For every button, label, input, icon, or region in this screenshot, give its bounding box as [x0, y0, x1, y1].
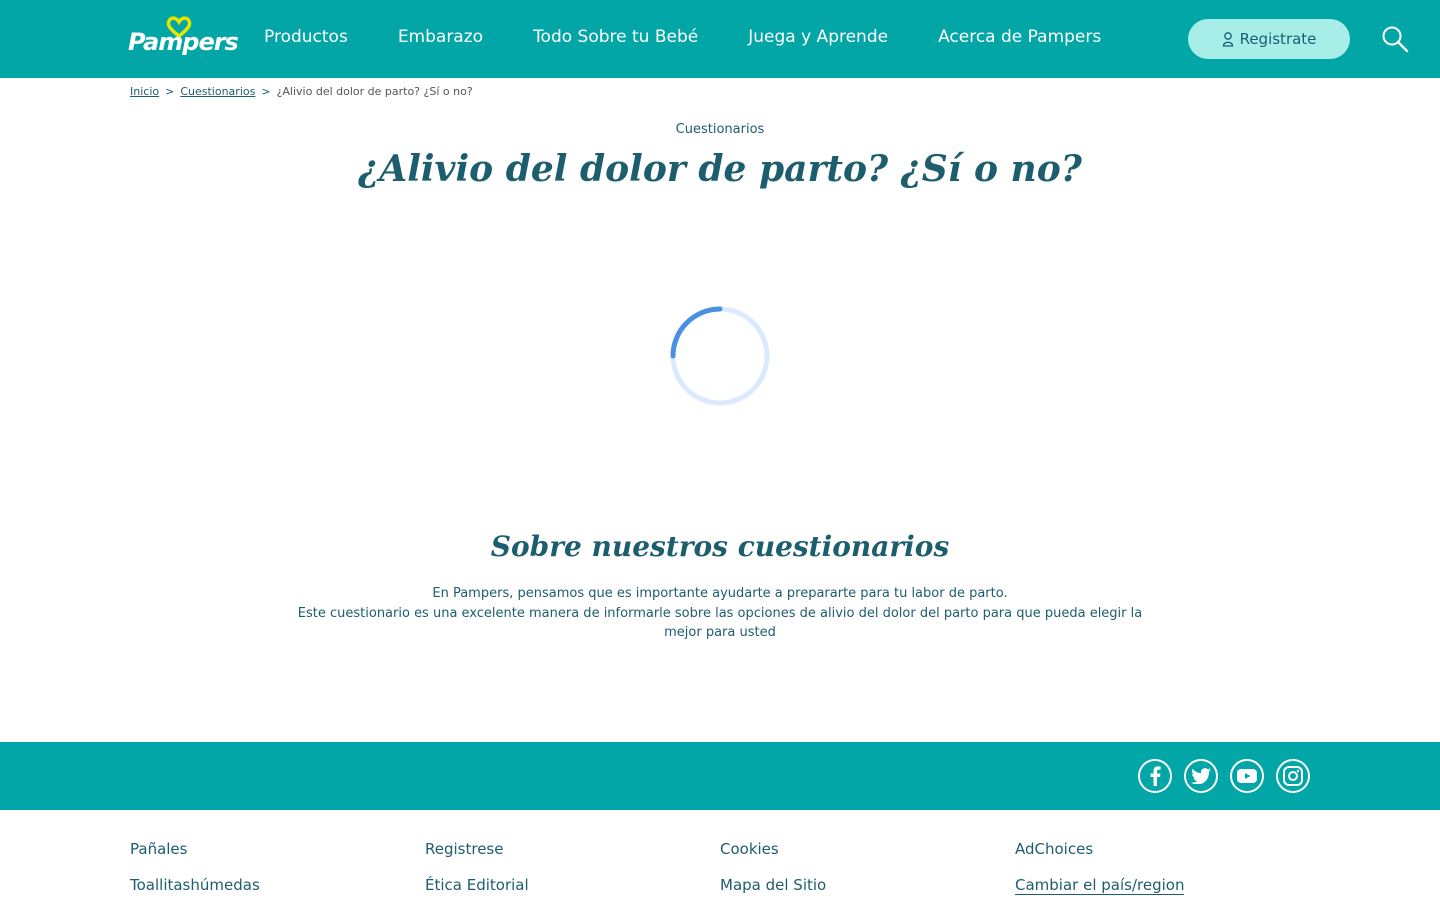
- footer-column-3: Cookies Mapa del Sitio: [720, 838, 826, 900]
- breadcrumb-section-link[interactable]: Cuestionarios: [180, 85, 255, 98]
- about-quizzes-title: Sobre nuestros cuestionarios: [490, 530, 950, 563]
- footer-column-2: Registrese Ética Editorial: [425, 838, 529, 900]
- register-button[interactable]: Registrate: [1188, 19, 1350, 59]
- page-title: ¿Alivio del dolor de parto? ¿Sí o no?: [358, 148, 1082, 190]
- instagram-icon[interactable]: [1276, 759, 1310, 793]
- register-label: Registrate: [1239, 30, 1317, 48]
- category-label: Cuestionarios: [675, 122, 765, 137]
- main-nav: Productos Embarazo Todo Sobre tu Bebé Ju…: [264, 24, 1151, 50]
- youtube-icon[interactable]: [1230, 759, 1264, 793]
- nav-juega-y-aprende[interactable]: Juega y Aprende: [748, 24, 888, 50]
- facebook-icon[interactable]: [1138, 759, 1172, 793]
- logo-wordmark: Pampers: [128, 28, 239, 56]
- footer-link-panales[interactable]: Pañales: [130, 838, 260, 874]
- nav-todo-sobre-tu-bebe[interactable]: Todo Sobre tu Bebé: [533, 24, 698, 50]
- loading-spinner-icon: [670, 306, 770, 406]
- footer-column-4: AdChoices Cambiar el país/region: [1015, 838, 1185, 900]
- about-line-1: En Pampers, pensamos que es importante a…: [432, 586, 1008, 601]
- footer-link-toallitas[interactable]: Toallitashúmedas: [130, 874, 260, 900]
- breadcrumb-home-link[interactable]: Inicio: [130, 85, 159, 98]
- change-country-label: Cambiar el país/region: [1015, 876, 1185, 895]
- breadcrumb-separator: >: [165, 84, 175, 98]
- nav-productos[interactable]: Productos: [264, 24, 348, 50]
- footer-link-registrese[interactable]: Registrese: [425, 838, 529, 874]
- footer-link-etica-editorial[interactable]: Ética Editorial: [425, 874, 529, 900]
- footer-links: Pañales Toallitashúmedas Registrese Étic…: [130, 838, 1310, 900]
- breadcrumb-separator: >: [261, 84, 271, 98]
- pampers-logo[interactable]: Pampers: [128, 16, 239, 60]
- footer-link-adchoices[interactable]: AdChoices: [1015, 838, 1184, 874]
- nav-embarazo[interactable]: Embarazo: [398, 24, 483, 50]
- footer-link-mapa-del-sitio[interactable]: Mapa del Sitio: [720, 874, 826, 900]
- footer-link-cookies[interactable]: Cookies: [720, 838, 826, 874]
- search-icon[interactable]: [1380, 24, 1410, 54]
- user-icon: [1222, 32, 1233, 47]
- breadcrumb: Inicio > Cuestionarios > ¿Alivio del dol…: [130, 84, 473, 98]
- about-quizzes-text: En Pampers, pensamos que es importante a…: [290, 584, 1150, 643]
- twitter-icon[interactable]: [1184, 759, 1218, 793]
- footer-social-bar: [0, 742, 1440, 810]
- about-line-2: Este cuestionario es una excelente maner…: [297, 605, 1143, 641]
- footer-column-1: Pañales Toallitashúmedas: [130, 838, 260, 900]
- nav-acerca-de-pampers[interactable]: Acerca de Pampers: [938, 24, 1101, 50]
- breadcrumb-current: ¿Alivio del dolor de parto? ¿Sí o no?: [276, 84, 473, 98]
- site-header: Pampers Productos Embarazo Todo Sobre tu…: [0, 0, 1440, 78]
- footer-link-change-country[interactable]: Cambiar el país/region: [1015, 874, 1185, 900]
